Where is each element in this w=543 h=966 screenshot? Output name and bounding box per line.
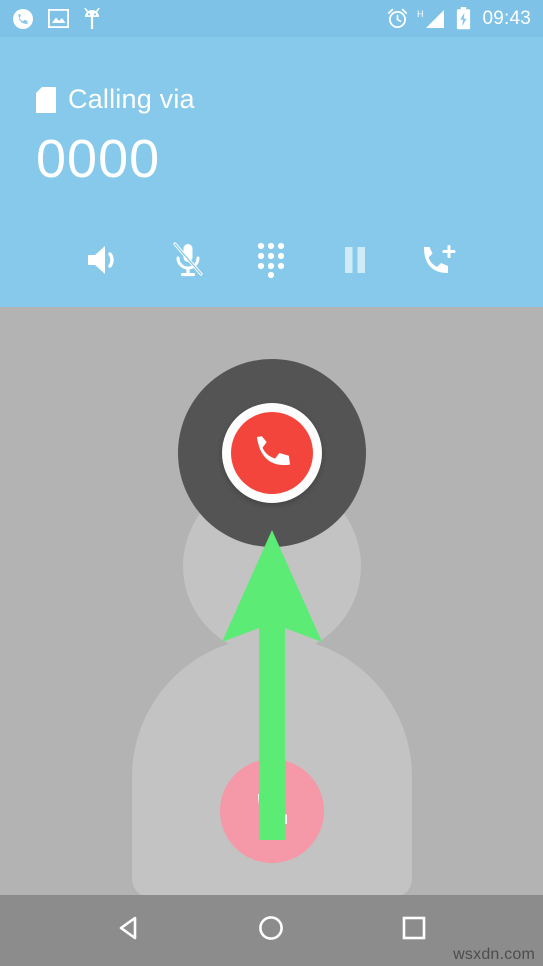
back-triangle-icon — [115, 914, 143, 947]
speaker-icon — [85, 243, 123, 282]
pause-icon — [342, 245, 368, 280]
call-body — [0, 307, 543, 895]
in-call-controls — [0, 234, 543, 290]
nav-back-button[interactable] — [100, 902, 158, 960]
end-call-core — [230, 412, 313, 494]
alarm-clock-icon — [387, 8, 408, 29]
add-call-button[interactable] — [411, 234, 467, 290]
status-bar: H 09:43 — [0, 0, 543, 37]
image-icon — [47, 8, 70, 29]
battery-charging-icon — [456, 7, 471, 30]
dialpad-button[interactable] — [243, 234, 299, 290]
calling-via-label: Calling via — [68, 84, 195, 114]
mute-button[interactable] — [160, 234, 216, 290]
add-call-icon — [419, 242, 459, 283]
microphone-muted-icon — [170, 241, 206, 284]
phone-handset-icon — [247, 784, 297, 839]
speaker-button[interactable] — [76, 234, 132, 290]
sim-card-icon — [36, 86, 56, 113]
dialpad-icon — [256, 241, 286, 284]
nav-home-button[interactable] — [242, 902, 300, 960]
home-circle-icon — [257, 914, 285, 947]
call-number: 0000 — [36, 129, 161, 189]
phone-hangup-icon — [247, 426, 297, 481]
status-bar-left-icons — [12, 7, 101, 30]
site-watermark: wsxdn.com — [453, 946, 535, 963]
android-debug-icon — [83, 7, 101, 30]
signal-h-icon: H — [417, 8, 447, 30]
calling-via-row: Calling via — [36, 84, 195, 115]
end-call-button[interactable] — [177, 359, 366, 547]
hold-button[interactable] — [327, 234, 383, 290]
answer-call-button[interactable] — [219, 759, 324, 863]
call-info-header: Calling via 0000 — [0, 0, 543, 307]
recents-square-icon — [401, 915, 427, 946]
phone-call-icon — [12, 8, 34, 30]
svg-text:H: H — [417, 9, 424, 19]
status-bar-right-icons: H 09:43 — [387, 7, 531, 30]
status-bar-clock: 09:43 — [482, 7, 531, 29]
phone-call-screen: Calling via 0000 H 09:43 wsxdn.com — [0, 0, 543, 966]
nav-recents-button[interactable] — [385, 902, 443, 960]
